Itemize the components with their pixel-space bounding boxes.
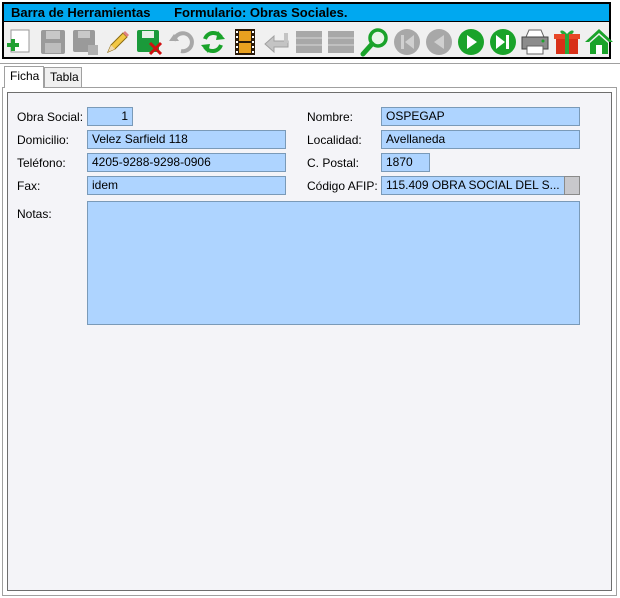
toolbar-title: Barra de Herramientas [11,5,151,20]
grid-alt-icon [328,31,354,53]
form-panel: Obra Social: 1 Nombre: OSPEGAP Domicilio… [7,92,612,591]
localidad-field[interactable]: Avellaneda [381,130,580,149]
telefono-field[interactable]: 4205-9288-9298-0906 [87,153,286,172]
codigo-postal-field[interactable]: 1870 [381,153,430,172]
previous-record-icon [426,29,452,55]
notas-textarea[interactable] [87,201,580,325]
gift-icon [554,30,580,54]
film-strip-button[interactable] [230,27,260,57]
tab-panel: Obra Social: 1 Nombre: OSPEGAP Domicilio… [2,87,617,596]
obra-social-label: Obra Social: [17,110,84,124]
fax-label: Fax: [17,179,41,193]
tab-ficha[interactable]: Ficha [4,66,44,88]
localidad-label: Localidad: [307,133,362,147]
toolbar-titlebar: Barra de Herramientas Formulario: Obras … [4,4,609,22]
codigo-postal-label: C. Postal: [307,156,360,170]
fax-field[interactable]: idem [87,176,286,195]
grid-icon [296,31,322,53]
grid-alt-button[interactable] [326,27,356,57]
next-record-icon [458,29,484,55]
nombre-field[interactable]: OSPEGAP [381,107,580,126]
gift-button[interactable] [552,27,582,57]
add-record-button[interactable] [5,27,35,57]
obra-social-field[interactable]: 1 [87,107,133,126]
search-icon [360,28,388,57]
printer-icon [521,29,549,55]
edit-button[interactable] [102,27,132,57]
previous-record-button[interactable] [424,27,454,57]
search-button[interactable] [360,27,390,57]
telefono-label: Teléfono: [17,156,66,170]
toolbar-window: Barra de Herramientas Formulario: Obras … [2,2,613,59]
save-copy-button[interactable] [70,27,100,57]
codigo-afip-field[interactable]: 115.409 OBRA SOCIAL DEL S... [381,176,565,195]
delete-record-icon [137,30,163,56]
add-record-icon [7,29,30,53]
return-arrow-icon [264,33,289,54]
toolbar-separator [0,63,620,64]
print-button[interactable] [520,27,550,57]
edit-pencil-icon [107,31,129,53]
home-icon [585,29,613,54]
domicilio-label: Domicilio: [17,133,70,147]
film-strip-icon [235,29,255,55]
grid-button[interactable] [294,27,324,57]
toolbar-icons [4,25,613,59]
last-record-icon [490,29,516,55]
first-record-button[interactable] [392,27,422,57]
save-copy-icon [73,30,98,55]
first-record-icon [394,29,420,55]
refresh-icon [201,31,225,53]
next-record-button[interactable] [456,27,486,57]
home-button[interactable] [584,27,614,57]
tab-tabla[interactable]: Tabla [44,67,82,87]
undo-icon [169,31,194,54]
refresh-button[interactable] [198,27,228,57]
last-record-button[interactable] [488,27,518,57]
undo-button[interactable] [166,27,196,57]
save-button[interactable] [38,27,68,57]
codigo-afip-dropdown-button[interactable] [564,176,580,195]
nombre-label: Nombre: [307,110,354,124]
domicilio-field[interactable]: Velez Sarfield 118 [87,130,286,149]
save-icon [41,30,65,54]
form-title: Formulario: Obras Sociales. [174,5,348,20]
notas-label: Notas: [17,207,52,221]
codigo-afip-label: Código AFIP: [307,179,378,193]
return-button[interactable] [262,27,292,57]
delete-record-button[interactable] [134,27,164,57]
